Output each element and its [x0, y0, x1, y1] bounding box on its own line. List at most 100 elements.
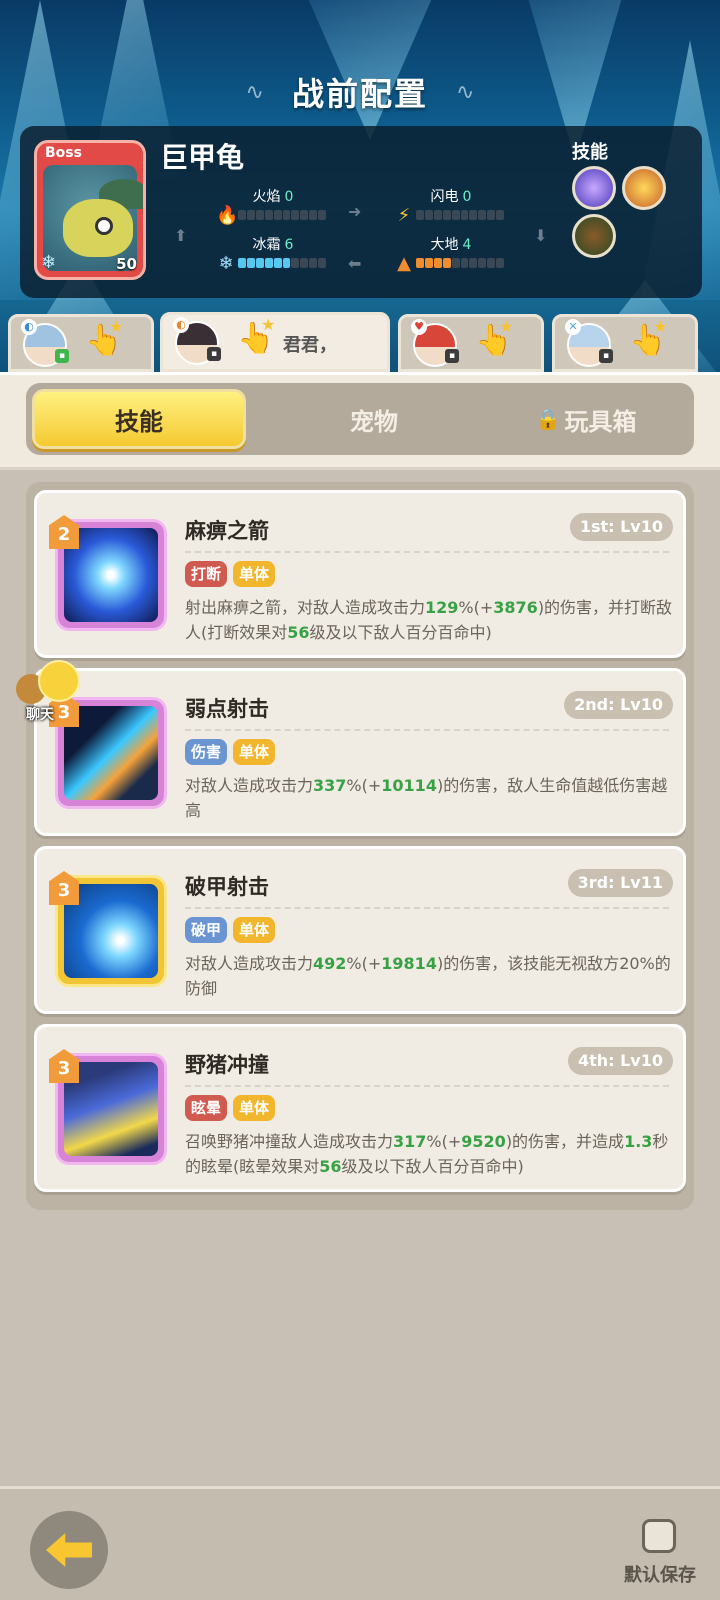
skill-tag: 单体 [233, 917, 276, 943]
frost-element-icon: ❄ [41, 252, 57, 273]
boss-info-panel: Boss ❄ 50 巨甲龟 火焰 0 🔥 闪电 0 ⚡ 冰霜 6 ❄ 大地 4 … [20, 126, 702, 298]
skill-list: 2 麻痹之箭 1st: Lv10 打断 单体 射出麻痹之箭，对敌人造成攻击力12… [26, 482, 694, 1210]
lightning-icon: ⚡ [397, 205, 411, 226]
level-segment [496, 258, 505, 268]
badge-icon: ▪ [445, 349, 459, 363]
cycle-arrow-icon: ⬆ [174, 226, 188, 245]
divider [185, 729, 669, 731]
stat-earth: 大地 4 ▲ [394, 234, 514, 274]
tab-pets[interactable]: 宠物 [274, 389, 474, 449]
skill-card-3[interactable]: 3 破甲射击 3rd: Lv11 破甲 单体 对敌人造成攻击力492%(+198… [34, 846, 686, 1014]
level-segment [318, 210, 327, 220]
level-segment [433, 258, 442, 268]
hero-name: 君君， [283, 335, 337, 356]
back-button[interactable] [30, 1511, 108, 1589]
skill-tag: 眩晕 [185, 1095, 228, 1121]
level-segment [282, 258, 291, 268]
hero-tab-2-selected[interactable]: ◐ ▪ 👆 ★ 君君， [160, 312, 390, 372]
tab-skills[interactable]: 技能 [32, 389, 246, 449]
skill-name: 野猪冲撞 [185, 1053, 269, 1077]
earth-icon: ▲ [397, 253, 411, 274]
skill-level-pill: 2nd: Lv10 [564, 691, 673, 719]
skill-name: 弱点射击 [185, 697, 269, 721]
earth-level-bar [416, 258, 505, 268]
fire-element-icon: ◐ [173, 317, 189, 333]
skill-level-pill: 4th: Lv10 [567, 1047, 673, 1075]
tab-toybox[interactable]: 🔒 玩具箱 [486, 389, 686, 449]
flame-icon: 🔥 [216, 205, 239, 226]
star-icon: ★ [109, 317, 124, 336]
divider [185, 1085, 669, 1087]
skill-card-2[interactable]: 3 弱点射击 2nd: Lv10 伤害 单体 对敌人造成攻击力337%(+101… [34, 668, 686, 836]
hero-tab-3[interactable]: ♥ ▪ 👆 ★ [398, 314, 544, 372]
stat-frost: 冰霜 6 ❄ [216, 234, 336, 274]
skill-description: 对敌人造成攻击力337%(+10114)的伤害，敌人生命值越低伤害越高 [185, 776, 668, 820]
swirl-left-icon: ∿ [245, 79, 264, 105]
boss-skill-shell-icon[interactable] [622, 166, 666, 210]
cycle-arrow-icon: ⬅ [348, 254, 362, 273]
boss-skills-label: 技能 [572, 142, 608, 163]
level-segment [273, 210, 282, 220]
level-segment [469, 258, 478, 268]
skill-description: 射出麻痹之箭，对敌人造成攻击力129%(+3876)的伤害，并打断敌人(打断效果… [185, 598, 673, 642]
skill-tag: 单体 [233, 739, 276, 765]
level-segment [238, 210, 246, 220]
boss-skill-vortex-icon[interactable] [572, 166, 616, 210]
swirl-right-icon: ∿ [456, 79, 475, 105]
hero-tab-4[interactable]: ✕ ▪ 👆 ★ [552, 314, 698, 372]
skill-tag: 伤害 [185, 739, 228, 765]
hero-tab-1[interactable]: ◐ ▪ 👆 ★ [8, 314, 154, 372]
divider [185, 907, 669, 909]
level-segment [451, 258, 460, 268]
skill-tag: 单体 [233, 1095, 276, 1121]
water-element-icon: ◐ [21, 319, 37, 335]
default-save-checkbox[interactable] [642, 1519, 676, 1553]
skill-name: 麻痹之箭 [185, 519, 269, 543]
star-icon: ★ [499, 317, 514, 336]
level-segment [318, 258, 327, 268]
skill-description: 对敌人造成攻击力492%(+19814)的伤害，该技能无视敌方20%的防御 [185, 954, 671, 998]
level-segment [309, 258, 318, 268]
boss-skill-summon-icon[interactable] [572, 214, 616, 258]
chat-label: 聊天 [26, 707, 54, 723]
level-segment [291, 258, 300, 268]
level-segment [273, 258, 282, 268]
stat-lightning: 闪电 0 ⚡ [394, 186, 514, 226]
level-segment [442, 258, 451, 268]
level-segment [246, 210, 255, 220]
level-segment [433, 210, 442, 220]
level-segment [238, 258, 246, 268]
star-icon: ★ [261, 315, 276, 334]
tab-bar: 技能 宠物 🔒 玩具箱 [26, 383, 694, 455]
level-segment [478, 258, 487, 268]
default-save-label: 默认保存 [624, 1565, 696, 1586]
boss-portrait[interactable]: Boss ❄ 50 [34, 140, 146, 280]
tab-panel: 技能 宠物 🔒 玩具箱 [0, 372, 720, 470]
page-title: 战前配置 [291, 75, 428, 113]
heart-element-icon: ♥ [411, 319, 427, 335]
skill-name: 破甲射击 [185, 875, 269, 899]
level-segment [291, 210, 300, 220]
fire-level-bar [238, 210, 327, 220]
frost-level-bar [238, 258, 327, 268]
chat-button[interactable]: 聊天 [12, 660, 96, 728]
skill-description: 召唤野猪冲撞敌人造成攻击力317%(+9520)的伤害，并造成1.3秒的眩晕(眩… [185, 1132, 669, 1176]
boss-name: 巨甲龟 [160, 141, 245, 174]
lock-icon: 🔒 [535, 407, 561, 431]
skill-tag: 打断 [185, 561, 228, 587]
level-segment [460, 210, 469, 220]
skill-card-4[interactable]: 3 野猪冲撞 4th: Lv10 眩晕 单体 召唤野猪冲撞敌人造成攻击力317%… [34, 1024, 686, 1192]
skill-card-1[interactable]: 2 麻痹之箭 1st: Lv10 打断 单体 射出麻痹之箭，对敌人造成攻击力12… [34, 490, 686, 658]
footer-bar: 默认保存 [0, 1486, 720, 1600]
title-bar: ∿ 战前配置 ∿ [0, 64, 720, 120]
battle-scene-background: ∿ 战前配置 ∿ Boss ❄ 50 巨甲龟 火焰 0 🔥 闪电 0 ⚡ 冰霜 … [0, 0, 720, 380]
level-segment [264, 258, 273, 268]
boss-level: 50 [116, 255, 137, 273]
level-segment [300, 210, 309, 220]
back-arrow-icon [46, 1533, 92, 1567]
level-segment [487, 210, 496, 220]
level-segment [416, 210, 424, 220]
level-segment [460, 258, 469, 268]
level-segment [442, 210, 451, 220]
level-segment [282, 210, 291, 220]
